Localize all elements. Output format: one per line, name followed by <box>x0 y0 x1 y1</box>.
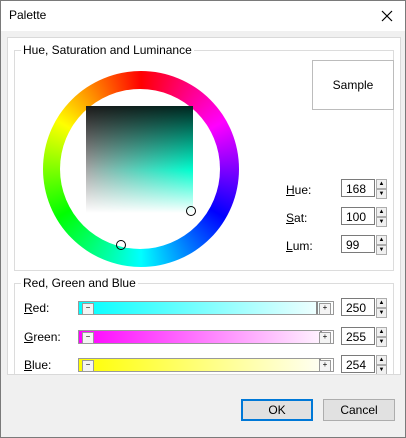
close-icon <box>381 10 393 22</box>
red-input[interactable]: 250 <box>341 298 375 316</box>
palette-dialog: Palette Hue, Saturation and Luminance Sa… <box>0 0 406 438</box>
spin-down-icon[interactable]: ▼ <box>376 308 387 318</box>
green-input[interactable]: 255 <box>341 327 375 345</box>
hue-spinner[interactable]: ▲ ▼ <box>376 179 387 199</box>
rgb-legend: Red, Green and Blue <box>23 276 136 290</box>
blue-label: Blue: <box>24 358 52 372</box>
spin-up-icon[interactable]: ▲ <box>376 355 387 365</box>
ok-button[interactable]: OK <box>241 399 313 421</box>
blue-slider[interactable]: − + <box>78 358 334 372</box>
sat-label: Sat: <box>286 211 308 225</box>
window-title: Palette <box>9 8 47 22</box>
title-bar: Palette <box>1 1 405 31</box>
spin-down-icon[interactable]: ▼ <box>376 245 387 255</box>
red-spinner[interactable]: ▲ ▼ <box>376 298 387 318</box>
spin-up-icon[interactable]: ▲ <box>376 179 387 189</box>
hue-label: Hue: <box>286 183 312 197</box>
close-button[interactable] <box>371 3 403 29</box>
lum-label: Lum: <box>286 239 313 253</box>
saturation-marker[interactable] <box>116 240 126 250</box>
spin-up-icon[interactable]: ▲ <box>376 235 387 245</box>
saturation-luminance-square[interactable] <box>86 106 193 213</box>
lum-input[interactable]: 99 <box>341 235 375 253</box>
minus-icon[interactable]: − <box>82 303 94 315</box>
red-slider[interactable]: − + <box>78 301 334 315</box>
plus-icon[interactable]: + <box>319 303 331 315</box>
green-label: Green: <box>24 330 61 344</box>
hsl-legend: Hue, Saturation and Luminance <box>23 43 192 57</box>
hue-marker[interactable] <box>186 206 196 216</box>
green-spinner[interactable]: ▲ ▼ <box>376 327 387 347</box>
slider-thumb[interactable] <box>316 302 318 314</box>
sample-label: Sample <box>332 78 374 92</box>
sat-spinner[interactable]: ▲ ▼ <box>376 207 387 227</box>
dialog-content: Hue, Saturation and Luminance Sample Hue… <box>7 37 401 375</box>
plus-icon[interactable]: + <box>319 360 331 372</box>
minus-icon[interactable]: − <box>82 332 94 344</box>
spin-up-icon[interactable]: ▲ <box>376 207 387 217</box>
cancel-button[interactable]: Cancel <box>323 399 395 421</box>
blue-input[interactable]: 254 <box>341 355 375 373</box>
green-slider[interactable]: − + <box>78 330 334 344</box>
hue-input[interactable]: 168 <box>341 179 375 197</box>
spin-up-icon[interactable]: ▲ <box>376 298 387 308</box>
plus-icon[interactable]: + <box>319 332 331 344</box>
spin-down-icon[interactable]: ▼ <box>376 189 387 199</box>
lum-spinner[interactable]: ▲ ▼ <box>376 235 387 255</box>
spin-down-icon[interactable]: ▼ <box>376 365 387 374</box>
red-label: Red: <box>24 301 50 315</box>
spin-down-icon[interactable]: ▼ <box>376 337 387 347</box>
spin-up-icon[interactable]: ▲ <box>376 327 387 337</box>
blue-spinner[interactable]: ▲ ▼ <box>376 355 387 374</box>
minus-icon[interactable]: − <box>82 360 94 372</box>
sample-swatch: Sample <box>312 60 394 110</box>
spin-down-icon[interactable]: ▼ <box>376 217 387 227</box>
sat-input[interactable]: 100 <box>341 207 375 225</box>
